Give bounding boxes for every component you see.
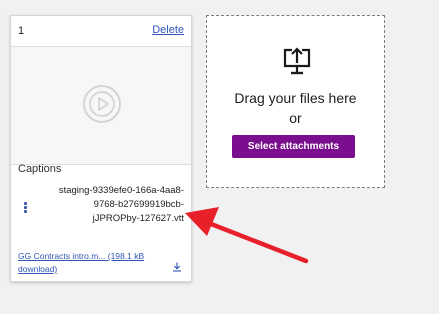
download-link-line: GG Contracts intro.m... (198.1 kB [18,251,145,261]
download-icon[interactable] [172,262,182,272]
file-drop-zone[interactable]: Drag your files here or Select attachmen… [206,15,385,188]
select-attachments-button[interactable]: Select attachments [232,135,355,158]
caption-file-name: staging-9339efe0-166a-4aa8- 9768-b276999… [35,184,184,226]
caption-file-line: staging-9339efe0-166a-4aa8- [58,185,184,196]
attachment-card: 1 Delete Captions staging-9339efe0-166a-… [10,15,192,282]
caption-file-line: 9768-b27699919bcb- [93,199,184,210]
captions-title: Captions [18,163,62,175]
delete-link[interactable]: Delete [152,24,184,36]
drop-zone-text: Drag your files here or [207,88,384,128]
caption-file-line: jJPROPby-127627.vtt [92,213,184,224]
upload-icon [283,47,311,75]
video-preview[interactable] [11,47,191,165]
attachment-index: 1 [18,25,25,37]
play-circle-icon [83,85,121,123]
card-header: 1 Delete [11,16,191,47]
drop-zone-title: Drag your files here [234,90,357,106]
more-vertical-icon[interactable] [24,202,28,214]
download-link-line: download) [18,264,58,274]
drop-zone-or: or [289,110,302,126]
download-file-link[interactable]: GG Contracts intro.m... (198.1 kB downlo… [18,250,163,276]
